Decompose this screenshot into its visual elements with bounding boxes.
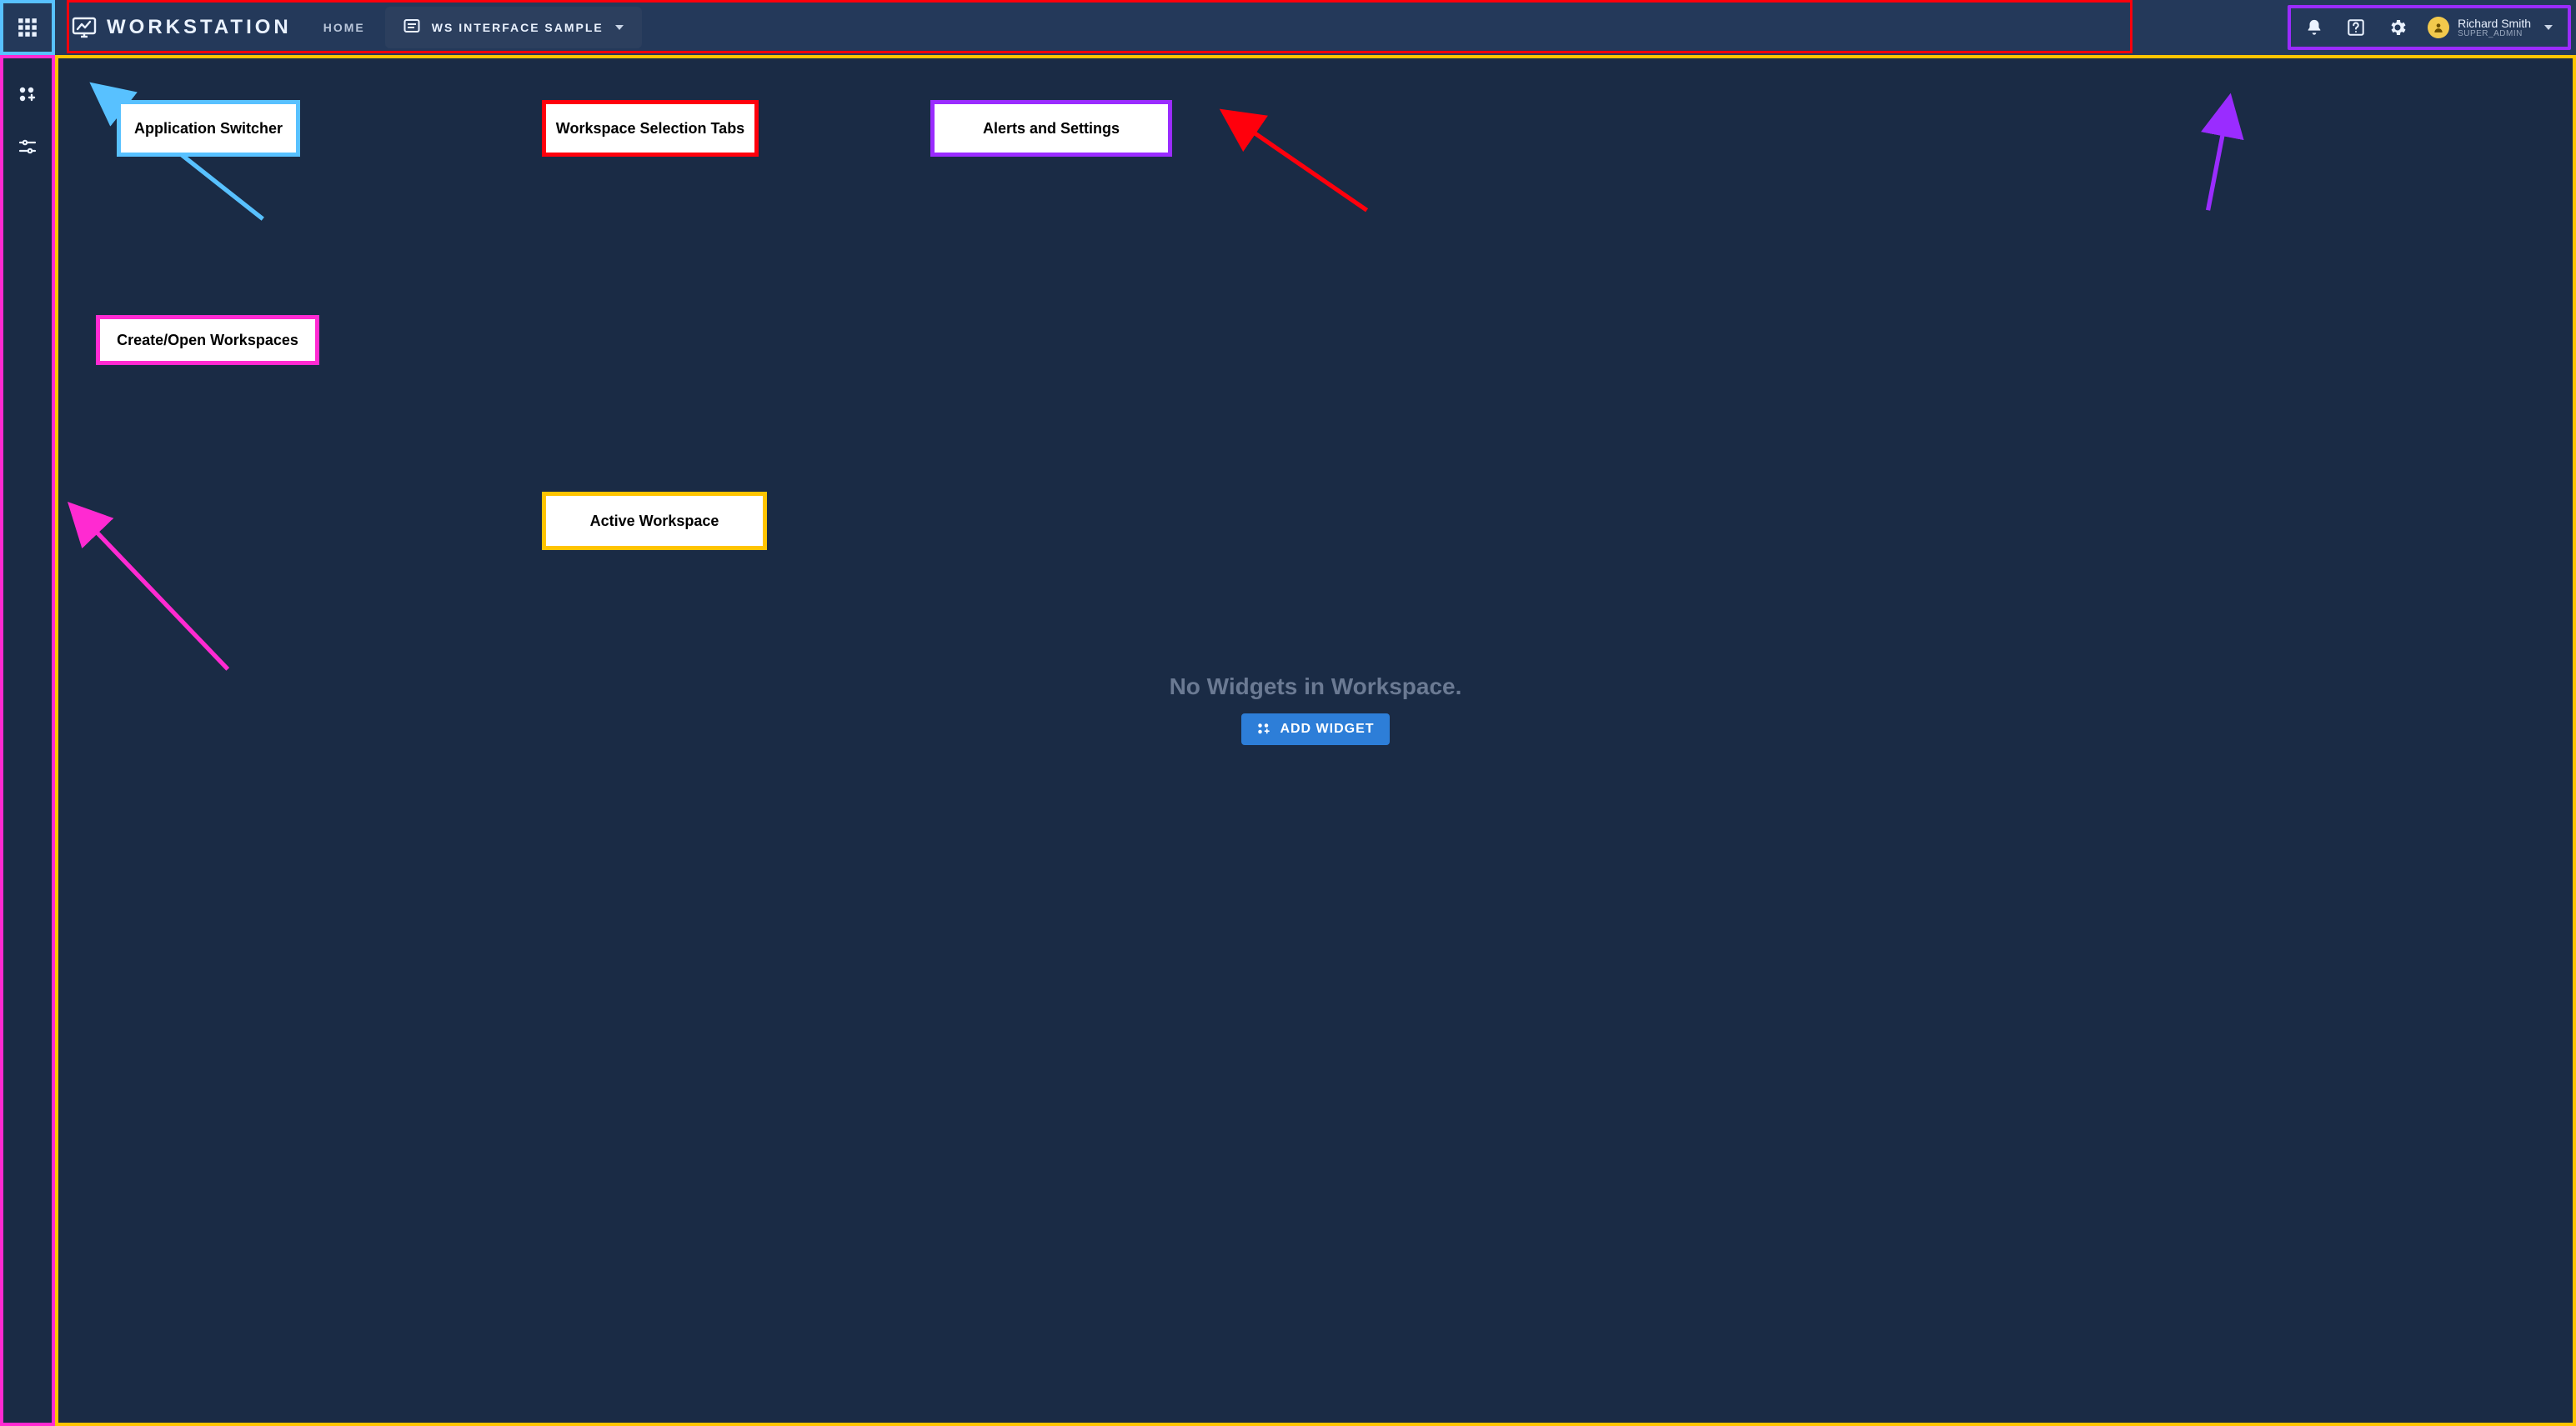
active-workspace-area: No Widgets in Workspace. ADD WIDGET bbox=[55, 55, 2576, 1426]
annotation-sidebar: Create/Open Workspaces bbox=[96, 315, 319, 365]
annotation-app-switcher: Application Switcher bbox=[117, 100, 300, 157]
annotation-active-workspace: Active Workspace bbox=[542, 492, 767, 550]
add-workspace-button[interactable] bbox=[13, 80, 43, 110]
workspace-settings-button[interactable] bbox=[13, 132, 43, 162]
annotation-alerts-settings: Alerts and Settings bbox=[930, 100, 1172, 157]
grid-plus-icon bbox=[18, 85, 38, 105]
app-switcher-button[interactable] bbox=[0, 0, 55, 55]
grid-icon bbox=[17, 17, 38, 38]
widgets-plus-icon bbox=[1256, 722, 1271, 737]
add-widget-label: ADD WIDGET bbox=[1280, 722, 1374, 737]
sliders-icon bbox=[18, 137, 38, 157]
annotation-workspace-tabs: Workspace Selection Tabs bbox=[542, 100, 759, 157]
empty-workspace-message: No Widgets in Workspace. bbox=[1170, 673, 1462, 700]
add-widget-button[interactable]: ADD WIDGET bbox=[1241, 713, 1389, 745]
sidebar bbox=[0, 55, 55, 1426]
